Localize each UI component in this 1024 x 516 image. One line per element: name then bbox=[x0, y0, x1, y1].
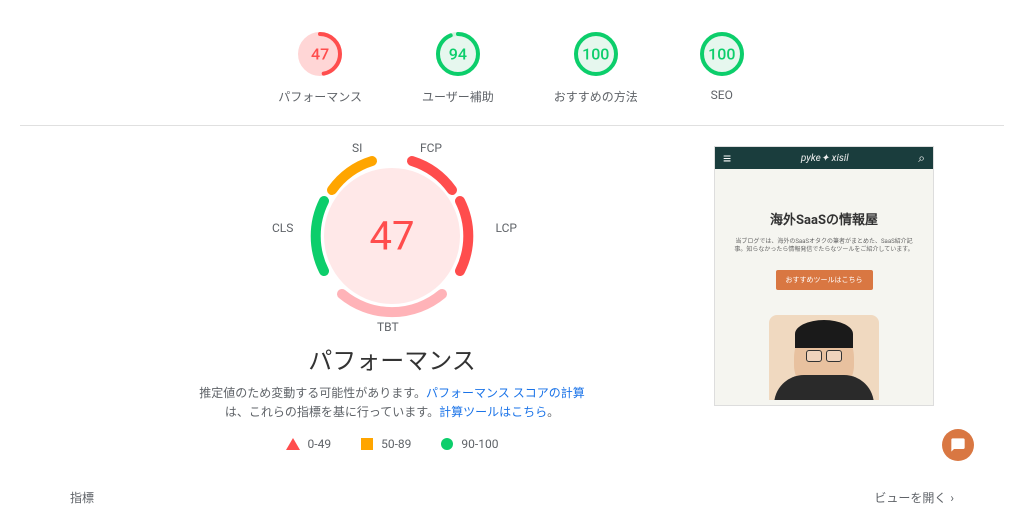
metric-label-cls: CLS bbox=[272, 221, 293, 235]
score-seo[interactable]: 100 SEO bbox=[698, 30, 746, 105]
hamburger-icon: ≡ bbox=[723, 150, 731, 167]
metrics-heading: 指標 bbox=[70, 489, 94, 506]
preview-header: ≡ pyke✦ xisil ⌕ bbox=[715, 147, 933, 169]
square-icon bbox=[361, 438, 373, 450]
score-calc-link[interactable]: パフォーマンス スコアの計算 bbox=[426, 386, 585, 400]
performance-gauge-section: SI FCP LCP CLS TBT bbox=[110, 146, 674, 451]
score-performance[interactable]: 47 パフォーマンス bbox=[278, 30, 362, 105]
top-scores-row: 47 パフォーマンス 94 ユーザー補助 100 おすすめの方法 100 SEO bbox=[20, 10, 1004, 126]
score-value: 100 bbox=[708, 45, 735, 64]
score-value: 94 bbox=[449, 45, 467, 64]
score-value: 100 bbox=[582, 45, 609, 64]
legend-bad: 0-49 bbox=[286, 437, 332, 451]
score-accessibility[interactable]: 94 ユーザー補助 bbox=[422, 30, 494, 105]
preview-subtitle: 当ブログでは、海外のSaaSオタクの筆者がまとめた、SaaS紹介記事。知らなかっ… bbox=[730, 238, 918, 255]
performance-big-gauge: 47 bbox=[302, 146, 482, 326]
preview-avatar bbox=[730, 315, 918, 400]
score-value: 47 bbox=[311, 45, 329, 64]
legend-good: 90-100 bbox=[441, 437, 498, 451]
preview-logo: pyke✦ xisil bbox=[739, 153, 910, 164]
score-label: おすすめの方法 bbox=[554, 88, 638, 105]
score-label: ユーザー補助 bbox=[422, 88, 494, 105]
preview-title: 海外SaaSの情報屋 bbox=[730, 209, 918, 228]
chevron-right-icon: › bbox=[950, 491, 954, 505]
chat-icon bbox=[950, 437, 966, 453]
big-score-value: 47 bbox=[370, 213, 415, 260]
score-legend: 0-49 50-89 90-100 bbox=[286, 437, 499, 451]
circle-icon bbox=[441, 438, 453, 450]
score-label: パフォーマンス bbox=[278, 88, 362, 105]
triangle-icon bbox=[286, 438, 300, 450]
legend-mid: 50-89 bbox=[361, 437, 411, 451]
metric-label-lcp: LCP bbox=[496, 221, 517, 235]
performance-description: 推定値のため変動する可能性があります。パフォーマンス スコアの計算 は、これらの… bbox=[199, 384, 585, 422]
performance-title: パフォーマンス bbox=[308, 341, 476, 376]
page-preview: ≡ pyke✦ xisil ⌕ 海外SaaSの情報屋 当ブログでは、海外のSaa… bbox=[714, 146, 934, 451]
feedback-button[interactable] bbox=[942, 429, 974, 461]
phone-preview-frame: ≡ pyke✦ xisil ⌕ 海外SaaSの情報屋 当ブログでは、海外のSaa… bbox=[714, 146, 934, 406]
calc-tool-link[interactable]: 計算ツールはこちら bbox=[439, 405, 547, 419]
preview-cta-button: おすすめツールはこちら bbox=[776, 270, 873, 290]
search-icon: ⌕ bbox=[918, 151, 925, 166]
expand-view-link[interactable]: ビューを開く › bbox=[874, 489, 954, 506]
score-label: SEO bbox=[711, 88, 733, 102]
score-best-practices[interactable]: 100 おすすめの方法 bbox=[554, 30, 638, 105]
bottom-bar: 指標 ビューを開く › bbox=[0, 479, 1024, 516]
